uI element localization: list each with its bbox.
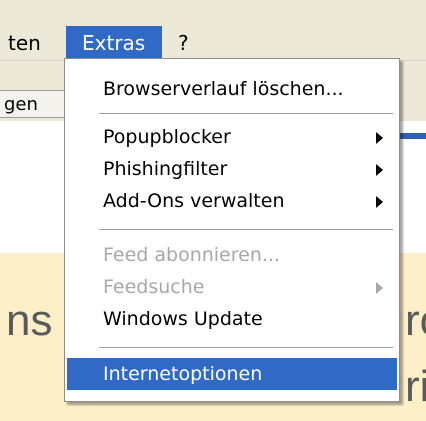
submenu-arrow-icon — [376, 164, 383, 176]
submenu-arrow-icon — [376, 196, 383, 208]
menu-item-label: Phishingfilter — [103, 158, 228, 180]
menu-item-feed-abonnieren: Feed abonnieren... — [67, 239, 397, 271]
page-text-fragment-right-2: ri — [405, 362, 426, 411]
menu-item-internetoptionen[interactable]: Internetoptionen — [67, 358, 397, 390]
menu-ansicht-fragment[interactable]: ten — [0, 26, 49, 60]
menu-item-label: Windows Update — [103, 308, 263, 330]
submenu-arrow-icon — [376, 282, 383, 294]
page-text-fragment-right: ro — [405, 296, 426, 345]
menu-item-label: Add-Ons verwalten — [103, 190, 285, 212]
menu-item-popupblocker[interactable]: Popupblocker — [67, 121, 397, 153]
menu-item-add-ons-verwalten[interactable]: Add-Ons verwalten — [67, 185, 397, 217]
submenu-arrow-icon — [376, 132, 383, 144]
toolbar-blue-bar — [396, 133, 426, 139]
page-text-fragment-left: ns — [6, 296, 53, 345]
menu-separator — [99, 229, 393, 230]
menu-help[interactable]: ? — [170, 26, 197, 60]
menu-item-browserverlauf-loeschen[interactable]: Browserverlauf löschen... — [67, 73, 397, 105]
menu-item-label: Internetoptionen — [103, 363, 263, 385]
menu-item-label: Feed abonnieren... — [103, 244, 280, 266]
menu-item-label: Popupblocker — [103, 126, 231, 148]
menu-item-windows-update[interactable]: Windows Update — [67, 303, 397, 335]
menu-item-label: Browserverlauf löschen... — [103, 78, 344, 100]
menu-item-label: Feedsuche — [103, 276, 205, 298]
menu-bar: ten Extras ? — [0, 0, 426, 60]
extras-dropdown-menu: Browserverlauf löschen... Popupblocker P… — [64, 58, 400, 402]
menu-separator — [99, 113, 393, 114]
tab-fragment[interactable]: gen — [0, 90, 70, 118]
menu-extras[interactable]: Extras — [66, 26, 162, 60]
browser-window: ten Extras ? gen ns ro c ri Browserverla… — [0, 0, 426, 421]
menu-item-phishingfilter[interactable]: Phishingfilter — [67, 153, 397, 185]
menu-separator — [99, 347, 393, 348]
menu-item-feedsuche: Feedsuche — [67, 271, 397, 303]
